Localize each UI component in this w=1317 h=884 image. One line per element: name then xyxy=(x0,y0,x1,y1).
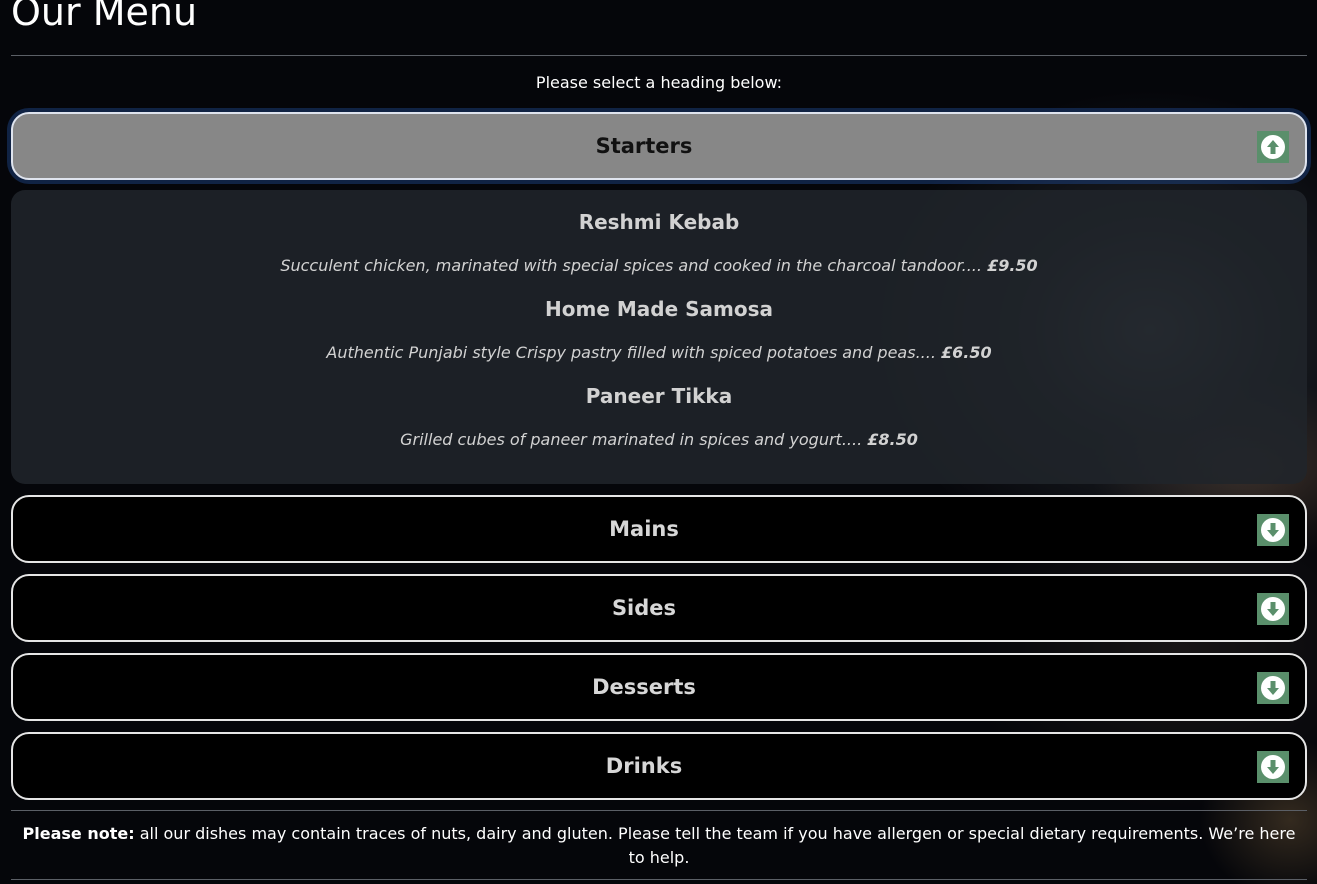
accordion-sides-label: Sides xyxy=(611,596,677,620)
allergen-note-prefix: Please note: xyxy=(22,824,135,843)
accordion-mains[interactable]: Mains xyxy=(11,495,1307,563)
dish-description: Grilled cubes of paneer marinated in spi… xyxy=(400,430,918,449)
dish-name: Home Made Samosa xyxy=(545,297,773,321)
arrow-up-circle-icon[interactable] xyxy=(1257,131,1289,163)
dish-price: £8.50 xyxy=(867,430,918,449)
note-divider-bottom xyxy=(11,879,1307,880)
accordion-drinks-label: Drinks xyxy=(605,754,683,778)
accordion-desserts[interactable]: Desserts xyxy=(11,653,1307,721)
intro-text: Please select a heading below: xyxy=(535,73,783,92)
menu-page: Our Menu Please select a heading below: … xyxy=(11,0,1307,884)
accordion-starters[interactable]: Starters xyxy=(11,112,1307,180)
accordion-sides[interactable]: Sides xyxy=(11,574,1307,642)
dish-description: Authentic Punjabi style Crispy pastry fi… xyxy=(326,343,992,362)
page-title: Our Menu xyxy=(11,0,198,34)
arrow-down-circle-icon[interactable] xyxy=(1257,514,1289,546)
allergen-note: Please note: all our dishes may contain … xyxy=(21,822,1297,870)
dish-name: Reshmi Kebab xyxy=(578,210,740,234)
accordion-desserts-label: Desserts xyxy=(592,675,696,699)
dish-price: £9.50 xyxy=(987,256,1038,275)
accordion-starters-label: Starters xyxy=(595,134,693,158)
dish-name: Paneer Tikka xyxy=(585,384,733,408)
accordion-mains-label: Mains xyxy=(609,517,679,541)
arrow-down-circle-icon[interactable] xyxy=(1257,672,1289,704)
arrow-down-circle-icon[interactable] xyxy=(1257,593,1289,625)
dish-description: Succulent chicken, marinated with specia… xyxy=(280,256,1038,275)
allergen-note-text: all our dishes may contain traces of nut… xyxy=(134,824,1296,867)
arrow-down-circle-icon[interactable] xyxy=(1257,751,1289,783)
title-divider xyxy=(11,55,1307,56)
dish-price: £6.50 xyxy=(941,343,992,362)
accordion-drinks[interactable]: Drinks xyxy=(11,732,1307,800)
starters-panel: Reshmi Kebab Succulent chicken, marinate… xyxy=(11,190,1307,484)
note-divider-top xyxy=(11,810,1307,811)
